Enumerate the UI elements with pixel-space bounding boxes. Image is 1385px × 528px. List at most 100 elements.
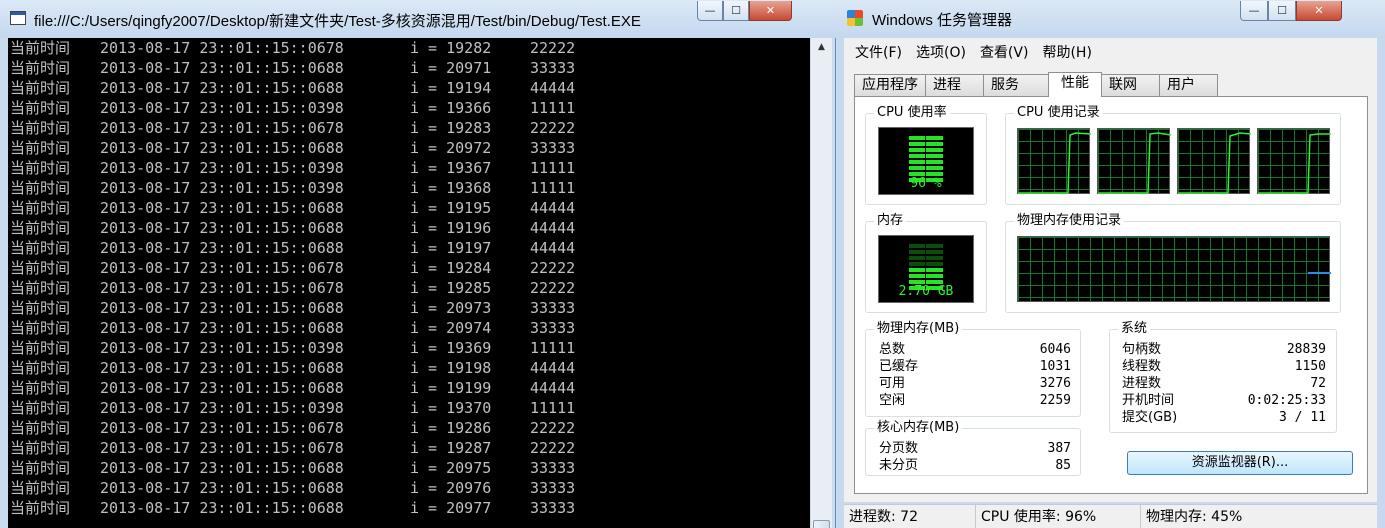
close-icon: ✕: [1314, 4, 1324, 17]
console-line-counter: i = 19369: [410, 339, 492, 357]
tab-networking[interactable]: 联网: [1101, 74, 1160, 96]
console-line-counter: i = 19199: [410, 379, 492, 397]
menu-view[interactable]: 查看(V): [973, 42, 1036, 62]
console-window[interactable]: file:///C:/Users/qingfy2007/Desktop/新建文件…: [0, 0, 836, 528]
console-line-label: 当前时间: [10, 319, 71, 337]
console-line: 当前时间 2013-08-17 23::01::15::0678 i = 19282…: [8, 38, 810, 58]
console-line: 当前时间 2013-08-17 23::01::15::0678 i = 19286…: [8, 418, 810, 438]
console-line-value: 11111: [530, 159, 576, 177]
task-manager-window[interactable]: Windows 任务管理器 — ☐ ✕ 文件(F) 选项(O) 查看(V) 帮助…: [836, 0, 1385, 528]
taskmgr-title: Windows 任务管理器: [872, 12, 1013, 29]
console-line-timestamp: 2013-08-17 23::01::15::0678: [100, 419, 344, 437]
tab-performance[interactable]: 性能: [1048, 72, 1102, 97]
resource-monitor-button[interactable]: 资源监视器(R)...: [1127, 451, 1353, 475]
scroll-thumb[interactable]: [813, 520, 830, 528]
console-line-label: 当前时间: [10, 59, 71, 77]
console-title-bar[interactable]: file:///C:/Users/qingfy2007/Desktop/新建文件…: [0, 0, 836, 38]
gauge-segment: [909, 250, 943, 254]
console-line: 当前时间 2013-08-17 23::01::15::0398 i = 19369…: [8, 338, 810, 358]
scroll-up-arrow-icon[interactable]: ▲: [813, 42, 830, 58]
console-line: 当前时间 2013-08-17 23::01::15::0688 i = 20974…: [8, 318, 810, 338]
console-line-label: 当前时间: [10, 339, 71, 357]
console-line: 当前时间 2013-08-17 23::01::15::0398 i = 19367…: [8, 158, 810, 178]
system-stats: 句柄数 28839 线程数 1150 进程数 72 开机时间 0:02:25:33 提交…: [1122, 341, 1326, 429]
console-line-timestamp: 2013-08-17 23::01::15::0678: [100, 439, 344, 457]
tab-services[interactable]: 服务: [983, 74, 1049, 96]
stat-row: 总数 6046: [879, 341, 1071, 358]
stat-value: 1150: [1294, 359, 1326, 374]
cpu-core-4-history-line: [1258, 133, 1331, 194]
console-line-counter: i = 19368: [410, 179, 492, 197]
status-bar: 进程数: 72 CPU 使用率: 96% 物理内存: 45%: [844, 504, 1377, 528]
tab-users[interactable]: 用户: [1159, 74, 1218, 96]
kernel-memory-title: 核心内存(MB): [874, 420, 963, 436]
taskmgr-window-controls: — ☐ ✕: [1240, 1, 1342, 21]
minimize-icon: —: [704, 4, 716, 17]
console-line-counter: i = 19286: [410, 419, 492, 437]
memory-history-title: 物理内存使用记录: [1014, 213, 1125, 229]
cpu-usage-gauge: 96 %: [878, 127, 974, 195]
taskmgr-close-button[interactable]: ✕: [1296, 1, 1342, 21]
tab-processes[interactable]: 进程: [925, 74, 984, 96]
cpu-core-3-history-graph: [1177, 128, 1251, 194]
taskmgr-minimize-button[interactable]: —: [1240, 1, 1268, 21]
kernel-memory-stats: 分页数 387 未分页 85: [879, 440, 1071, 474]
console-line-timestamp: 2013-08-17 23::01::15::0688: [100, 79, 344, 97]
memory-history-group: 物理内存使用记录: [1005, 213, 1341, 313]
console-line-label: 当前时间: [10, 79, 71, 97]
console-output[interactable]: 当前时间 2013-08-17 23::01::15::0678 i = 19282…: [8, 38, 810, 528]
menu-file[interactable]: 文件(F): [848, 42, 909, 62]
console-line-value: 44444: [530, 219, 576, 237]
console-line-timestamp: 2013-08-17 23::01::15::0398: [100, 339, 344, 357]
console-line-value: 11111: [530, 179, 576, 197]
stat-value: 72: [1310, 376, 1326, 391]
console-line-timestamp: 2013-08-17 23::01::15::0678: [100, 119, 344, 137]
minimize-button[interactable]: —: [697, 1, 723, 21]
console-line-value: 22222: [530, 439, 576, 457]
console-line-counter: i = 20977: [410, 499, 492, 517]
menu-options[interactable]: 选项(O): [909, 42, 973, 62]
console-line-label: 当前时间: [10, 99, 71, 117]
console-line: 当前时间 2013-08-17 23::01::15::0678 i = 19285…: [8, 278, 810, 298]
menu-bar: 文件(F) 选项(O) 查看(V) 帮助(H): [844, 38, 1377, 66]
console-line-counter: i = 19283: [410, 119, 492, 137]
stat-value: 6046: [1039, 342, 1071, 357]
stat-value: 85: [1055, 458, 1071, 473]
stat-row: 已缓存 1031: [879, 358, 1071, 375]
console-line-value: 22222: [530, 39, 576, 57]
console-line-value: 33333: [530, 59, 576, 77]
console-line-counter: i = 20974: [410, 319, 492, 337]
console-line-counter: i = 19366: [410, 99, 492, 117]
cpu-usage-group: CPU 使用率 96 %: [865, 105, 987, 205]
console-app-icon: [10, 11, 26, 25]
console-line: 当前时间 2013-08-17 23::01::15::0398 i = 19370…: [8, 398, 810, 418]
console-line-label: 当前时间: [10, 199, 71, 217]
close-button[interactable]: ✕: [749, 1, 792, 21]
memory-title: 内存: [874, 213, 907, 229]
console-line-timestamp: 2013-08-17 23::01::15::0688: [100, 319, 344, 337]
taskmgr-title-bar[interactable]: Windows 任务管理器 — ☐ ✕: [836, 0, 1385, 38]
memory-group: 内存 2.70 GB: [865, 213, 987, 313]
console-line-timestamp: 2013-08-17 23::01::15::0678: [100, 279, 344, 297]
console-line-value: 33333: [530, 459, 576, 477]
console-scrollbar[interactable]: ▲: [810, 38, 832, 528]
console-line: 当前时间 2013-08-17 23::01::15::0688 i = 20973…: [8, 298, 810, 318]
maximize-button[interactable]: ☐: [723, 1, 749, 21]
stat-row: 未分页 85: [879, 457, 1071, 474]
cpu-history-group: CPU 使用记录: [1005, 105, 1341, 205]
console-line-timestamp: 2013-08-17 23::01::15::0678: [100, 259, 344, 277]
taskmgr-maximize-button[interactable]: ☐: [1268, 1, 1296, 21]
console-line: 当前时间 2013-08-17 23::01::15::0688 i = 19197…: [8, 238, 810, 258]
tab-applications[interactable]: 应用程序: [854, 74, 926, 96]
menu-help[interactable]: 帮助(H): [1035, 42, 1098, 62]
gauge-segment: [909, 256, 943, 260]
gauge-segment: [909, 244, 943, 248]
console-line-timestamp: 2013-08-17 23::01::15::0688: [100, 239, 344, 257]
console-line-label: 当前时间: [10, 399, 71, 417]
console-line-timestamp: 2013-08-17 23::01::15::0688: [100, 59, 344, 77]
gauge-segment: [909, 166, 943, 170]
stat-label: 未分页: [879, 458, 919, 473]
gauge-segment: [909, 136, 943, 140]
console-line-label: 当前时间: [10, 239, 71, 257]
console-line-timestamp: 2013-08-17 23::01::15::0398: [100, 399, 344, 417]
